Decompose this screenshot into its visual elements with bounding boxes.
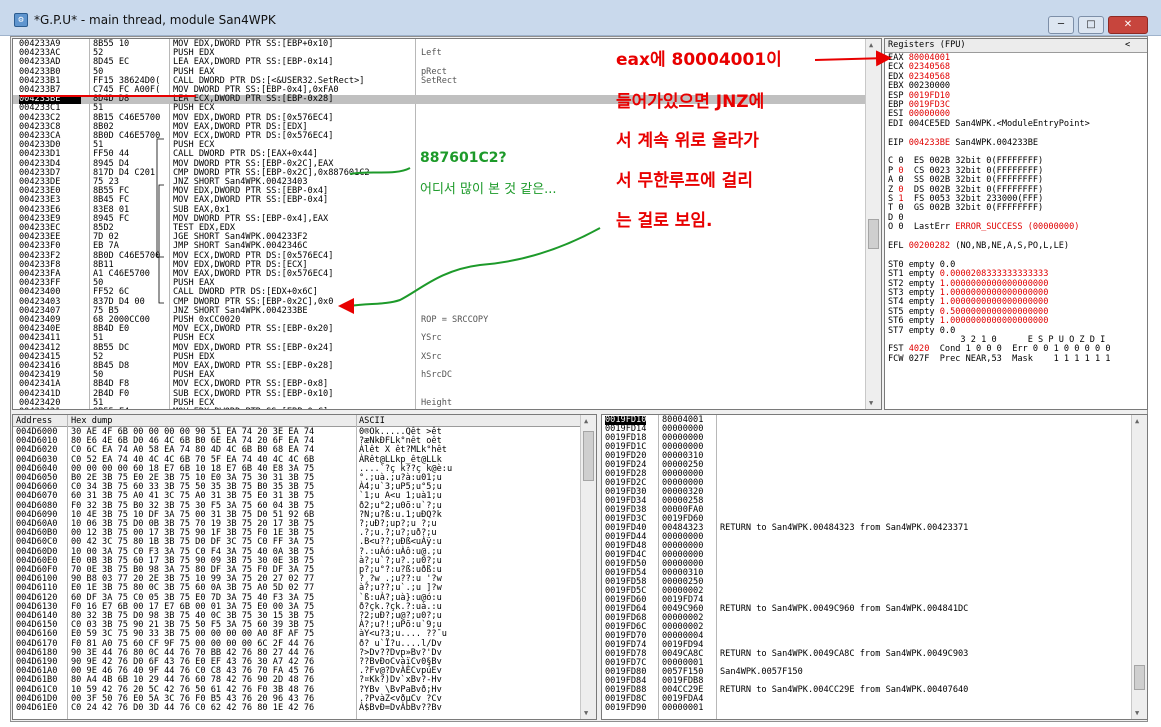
disasm-hex: 8B0D C46E5700 <box>93 131 161 141</box>
dump-address: 004D61E0 <box>16 703 58 713</box>
disasm-row[interactable]: 004233EE 7D 02 JGE SHORT San4WPK.004233F2 <box>13 232 865 242</box>
disasm-hex: 8D4D D8 <box>93 94 130 105</box>
register-value: ERROR_SUCCESS (00000000) <box>955 222 1080 233</box>
stack-comment: RETURN to San4WPK.0049CA8C from San4WPK.… <box>720 649 969 659</box>
stack-pane[interactable]: 0019FD10 80004001 0019FD14 00000000 0019FD18… <box>601 414 1148 720</box>
annotation-green-title: 887601C2? <box>420 150 507 166</box>
minimize-button[interactable]: ─ <box>1048 16 1074 34</box>
disasm-hex: 8B55 DC <box>93 342 130 353</box>
disasm-info: Height <box>421 397 453 408</box>
register-label: T 0 GS 002B 32bit 0(FFFFFFFF) <box>888 203 1044 214</box>
registers-header: Registers (FPU) <box>888 40 966 50</box>
registers-pane[interactable]: Registers (FPU) < EAX 80004001 ECX 023405… <box>884 38 1148 410</box>
disasm-hex: 8D45 EC <box>93 57 130 68</box>
register-line[interactable]: EFL 00200282 (NO,NB,NE,A,S,PO,L,LE) <box>888 241 1070 251</box>
registers-collapse-button[interactable]: < <box>1125 40 1130 50</box>
stack-value: 00000001 <box>662 703 704 713</box>
disasm-info: SetRect <box>421 75 458 86</box>
register-detail: San4WPK.004233BE <box>950 137 1039 148</box>
disasm-row[interactable]: 004233FF 50 PUSH EAX <box>13 278 865 288</box>
hex-dump-pane[interactable]: Address Hex dump ASCII 004D6000 30 AE 4F … <box>12 414 597 720</box>
disasm-hex: 8B45 D8 <box>93 361 130 371</box>
disasm-addr: 00423421 <box>19 407 81 409</box>
register-label: EIP <box>888 137 909 148</box>
dump-hex: C0 24 42 76 D0 3D 44 76 C0 62 42 76 80 1… <box>71 703 315 713</box>
register-line[interactable]: O 0 LastErr ERROR_SUCCESS (00000000) <box>888 223 1079 232</box>
register-value: 004CE5ED San4WPK.<ModuleEntryPoint> <box>908 118 1090 129</box>
register-label: EFL <box>888 241 909 251</box>
maximize-button[interactable]: □ <box>1078 16 1104 34</box>
annotation-note-line1: eax에 80004001이 <box>616 50 782 70</box>
disasm-row[interactable]: 0042341A 8B4D F8 MOV ECX,DWORD PTR SS:[EBP… <box>13 380 865 389</box>
app-icon: ⚙ <box>14 13 28 27</box>
stack-scrollbar[interactable] <box>1131 415 1147 719</box>
disasm-row[interactable]: 004233F2 8B0D C46E5700 MOV ECX,DWORD PTR D… <box>13 251 865 261</box>
annotation-note-line4: 서 무한루프에 걸리 <box>616 171 753 191</box>
register-value: 004233BE <box>908 137 951 148</box>
register-label: FCW 027F Prec NEAR,53 Mask 1 1 1 1 1 1 <box>888 353 1111 364</box>
dump-row[interactable]: 004D61E0 C0 24 42 76 D0 3D 44 76 C0 62 42… <box>13 703 581 713</box>
register-line[interactable]: T 0 GS 002B 32bit 0(FFFFFFFF) <box>888 204 1043 213</box>
annotation-note-line2: 들어가있으면 JNZ에 <box>616 92 765 112</box>
disasm-info: YSrc <box>421 333 442 344</box>
dump-scrollbar[interactable] <box>580 415 596 719</box>
disasm-hex: A1 C46E5700 <box>93 269 150 279</box>
register-line[interactable]: FCW 027F Prec NEAR,53 Mask 1 1 1 1 1 1 <box>888 353 1111 364</box>
register-label: EDI <box>888 118 909 129</box>
annotation-note-line3: 서 계속 위로 올라가 <box>616 131 759 151</box>
close-button[interactable]: ✕ <box>1108 16 1148 34</box>
disasm-row[interactable]: 00423403 837D D4 00 CMP DWORD PTR SS:[EBP-… <box>13 297 865 307</box>
stack-row[interactable]: 0019FD90 00000001 <box>602 703 1132 713</box>
disasm-hex: 8B4D E0 <box>93 324 130 335</box>
annotation-green-subtitle: 어디서 많이 본 것 같은... <box>420 182 557 197</box>
dump-header-hex[interactable]: Hex dump <box>71 416 112 426</box>
disasm-row[interactable]: 004233E9 8945 FC MOV DWORD PTR SS:[EBP-0x4… <box>13 214 865 224</box>
disasm-row[interactable]: 004233FA A1 C46E5700 MOV EAX,DWORD PTR DS:… <box>13 269 865 279</box>
disasm-hex: 8B55 10 <box>93 39 130 49</box>
disasm-info: hSrcDC <box>421 370 453 381</box>
stack-address: 0019FD90 <box>605 703 647 713</box>
register-line[interactable]: EIP 004233BE San4WPK.004233BE <box>888 137 1039 148</box>
stack-comment: RETURN to San4WPK.0049C960 from San4WPK.… <box>720 604 969 614</box>
stack-comment: RETURN to San4WPK.00484323 from San4WPK.… <box>720 523 969 533</box>
register-value: 00200282 <box>908 241 951 251</box>
disasm-row[interactable]: 004233EC 85D2 TEST EDX,EDX <box>13 223 865 233</box>
disasm-row[interactable]: 004233E3 8B45 FC MOV EAX,DWORD PTR SS:[EBP… <box>13 196 865 205</box>
register-value: 1.0000000000000000000 <box>939 316 1049 327</box>
dump-ascii: À$BvÐ=DvÀbBv??Bv <box>359 703 442 713</box>
register-detail: (NO,NB,NE,A,S,PO,L,LE) <box>950 241 1070 251</box>
disasm-info: Left <box>421 48 442 59</box>
disasm-row[interactable]: 004233C2 8B15 C46E5700 MOV EDX,DWORD PTR D… <box>13 113 865 123</box>
window-titlebar[interactable]: ⚙ *G.P.U* - main thread, module San4WPK … <box>0 0 1161 36</box>
window-title: *G.P.U* - main thread, module San4WPK <box>34 13 276 27</box>
register-line[interactable]: EDI 004CE5ED San4WPK.<ModuleEntryPoint> <box>888 118 1090 129</box>
disasm-ins: MOV EDX,DWORD PTR SS:[EBP-0xC] <box>173 407 413 409</box>
disasm-row[interactable]: 00423421 8B55 F4 MOV EDX,DWORD PTR SS:[EBP… <box>13 407 865 409</box>
annotation-note-line5: 는 걸로 보임. <box>616 211 713 231</box>
stack-comment: San4WPK.0057F150 <box>720 667 803 677</box>
dump-header-ascii[interactable]: ASCII <box>359 416 385 426</box>
register-label: O 0 LastErr <box>888 222 956 233</box>
jump-path-lines <box>156 138 164 304</box>
disasm-info: XSrc <box>421 351 442 362</box>
stack-comment: RETURN to San4WPK.004CC29E from San4WPK.… <box>720 685 969 695</box>
disasm-info: ROP = SRCCOPY <box>421 315 489 325</box>
disasm-row[interactable]: 004233E6 83E8 01 SUB EAX,0x1 <box>13 205 865 215</box>
dump-header-address[interactable]: Address <box>16 416 52 426</box>
disassembly-scrollbar[interactable] <box>865 39 881 409</box>
disasm-hex: 8B55 F4 <box>93 407 163 409</box>
disasm-hex: 2B4D F0 <box>93 388 130 399</box>
